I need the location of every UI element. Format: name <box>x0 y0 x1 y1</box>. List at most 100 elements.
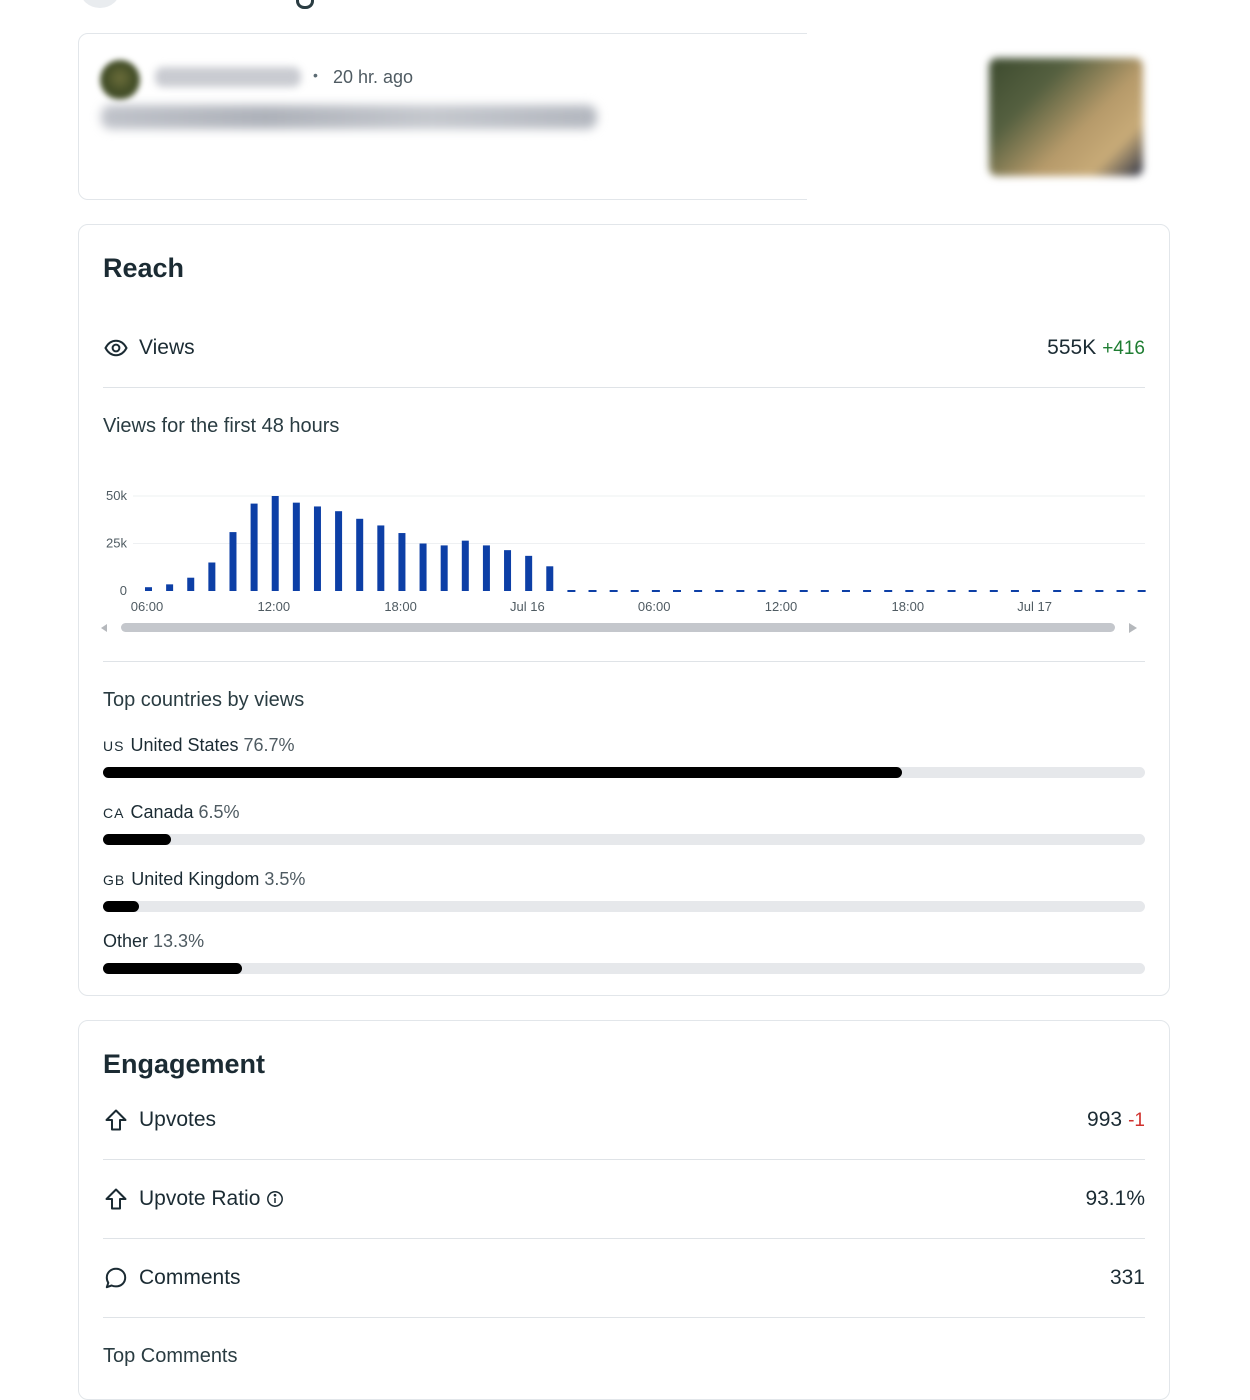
country-bar-track <box>103 963 1145 974</box>
post-card[interactable]: • 20 hr. ago <box>78 32 1171 203</box>
chart-bar[interactable] <box>356 518 364 591</box>
separator-dot: • <box>313 67 318 83</box>
chart-bar[interactable] <box>208 562 216 592</box>
engagement-card: Engagement Upvotes 993 -1 Upvote Ratio 93… <box>78 1020 1170 1400</box>
pending-dash <box>989 590 998 592</box>
x-tick-label: 18:00 <box>384 599 417 614</box>
pending-dash <box>588 590 597 592</box>
pending-dash <box>1074 590 1083 592</box>
scroll-right-arrow-icon[interactable] <box>1129 623 1137 633</box>
pending-dash <box>736 590 745 592</box>
pending-dash <box>1095 590 1104 592</box>
chart-bar[interactable] <box>166 584 174 591</box>
post-timestamp: 20 hr. ago <box>333 67 414 87</box>
upvotes-delta: -1 <box>1128 1110 1145 1131</box>
country-name: United States <box>130 735 239 755</box>
divider <box>103 661 1145 662</box>
country-code: GB <box>103 872 126 888</box>
post-thumbnail[interactable] <box>989 58 1143 176</box>
chart-bar[interactable] <box>419 543 427 592</box>
country-bar-track <box>103 834 1145 845</box>
x-tick-label: Jul 16 <box>510 599 545 614</box>
pending-dash <box>884 590 893 592</box>
pending-dash <box>926 590 935 592</box>
chart-bar[interactable] <box>440 545 448 591</box>
pending-dash <box>1032 590 1041 592</box>
upvote-arrow-icon <box>103 1186 129 1212</box>
chart-bar[interactable] <box>229 532 237 591</box>
views-label: Views <box>139 336 195 359</box>
chart-bar[interactable] <box>271 496 279 591</box>
divider <box>103 1238 1145 1239</box>
header-title-fragment <box>296 0 314 9</box>
chart-bar[interactable] <box>145 587 152 591</box>
chart-scrollbar-thumb[interactable] <box>121 623 1115 632</box>
pending-dash <box>651 590 660 592</box>
pending-dash <box>1010 590 1019 592</box>
chart-bar[interactable] <box>546 566 554 591</box>
views-value: 555K <box>1047 336 1097 359</box>
pending-dash <box>715 590 724 592</box>
chart-bar[interactable] <box>250 503 258 591</box>
country-row-other: Other 13.3% <box>103 931 1145 974</box>
pending-dash <box>799 590 808 592</box>
pending-dash <box>757 590 766 592</box>
x-tick-label: 06:00 <box>638 599 671 614</box>
comment-bubble-icon <box>103 1265 129 1291</box>
engagement-title: Engagement <box>103 1049 266 1079</box>
comments-value: 331 <box>1109 1266 1145 1289</box>
pending-dash <box>567 590 576 592</box>
author-username-redacted[interactable] <box>155 67 301 87</box>
chart-bar[interactable] <box>292 502 300 591</box>
country-bar-fill <box>103 901 140 912</box>
country-row-gb: GB United Kingdom 3.5% <box>103 869 1145 912</box>
country-bar-track <box>103 901 1145 912</box>
chart-bar[interactable] <box>377 525 385 591</box>
pending-dash <box>947 590 956 592</box>
x-tick-label: Jul 17 <box>1017 599 1052 614</box>
comments-label: Comments <box>139 1266 241 1289</box>
x-tick-label: 12:00 <box>765 599 798 614</box>
pending-dash <box>820 590 829 592</box>
chart-bar[interactable] <box>313 506 321 591</box>
header-avatar-fragment <box>80 0 120 8</box>
pending-dash <box>694 590 703 592</box>
reach-title: Reach <box>103 253 185 283</box>
upvote-ratio-row: Upvote Ratio 93.1% <box>103 1184 1145 1214</box>
pending-dash <box>905 590 914 592</box>
pending-dash <box>841 590 850 592</box>
divider <box>103 387 1145 388</box>
views-value-group: 555K +416 <box>1047 336 1145 360</box>
reach-card: Reach Views 555K +416 Views for the first… <box>78 224 1170 996</box>
chart-bar[interactable] <box>398 533 406 591</box>
chart-heading: Views for the first 48 hours <box>103 415 340 437</box>
country-bar-fill <box>103 767 903 778</box>
divider <box>103 1159 1145 1160</box>
x-tick-label: 18:00 <box>892 599 925 614</box>
post-title-redacted[interactable] <box>101 105 597 129</box>
views-delta: +416 <box>1102 338 1145 359</box>
top-countries-heading: Top countries by views <box>103 689 305 711</box>
pending-dash <box>863 590 872 592</box>
pending-dash <box>1137 590 1146 592</box>
comments-row: Comments 331 <box>103 1263 1145 1293</box>
chart-bar[interactable] <box>335 511 343 591</box>
chart-bar[interactable] <box>461 540 469 591</box>
chart-bar[interactable] <box>187 577 195 591</box>
chart-bar[interactable] <box>504 550 512 591</box>
country-bar-track <box>103 767 1145 778</box>
author-avatar[interactable] <box>100 60 140 100</box>
country-name: United Kingdom <box>131 869 260 889</box>
scroll-left-arrow-icon[interactable] <box>101 624 107 632</box>
country-percent: 6.5% <box>198 802 240 822</box>
upvotes-value-group: 993 -1 <box>1087 1108 1145 1132</box>
chart-bar[interactable] <box>482 545 490 591</box>
upvote-arrow-icon <box>103 1107 129 1133</box>
pending-dash <box>1053 590 1062 592</box>
x-tick-label: 06:00 <box>131 599 164 614</box>
chart-bar[interactable] <box>525 555 533 591</box>
upvote-ratio-label: Upvote Ratio <box>139 1187 261 1210</box>
pending-dash <box>673 590 681 592</box>
info-icon[interactable] <box>266 1190 284 1208</box>
country-name: Canada <box>130 802 194 822</box>
